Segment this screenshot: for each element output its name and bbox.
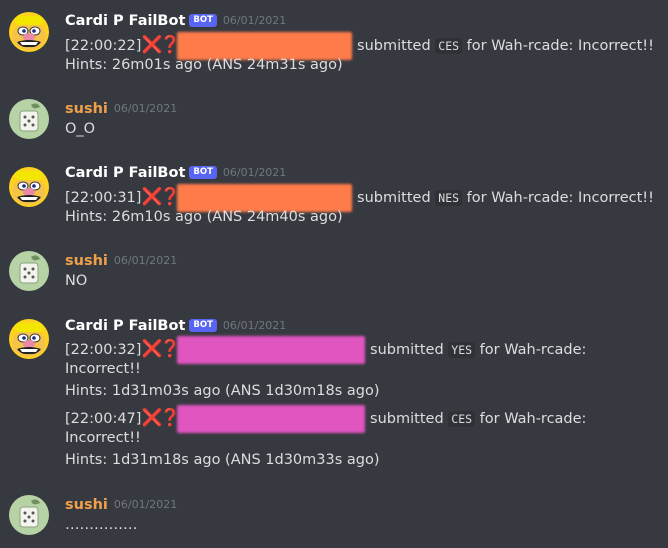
timestamp[interactable]: 06/01/2021 [223,166,286,179]
result-text: for Wah-rcade: Incorrect!! [466,190,654,206]
cross-mark-icon: ❌ [141,408,163,428]
inline-code: CES [448,411,476,427]
submission-line: [22:00:32]❌❓ submitted YES for Wah-rcade… [65,336,587,364]
hints-line: Hints: 1d31m18s ago (ANS 1d30m33s ago) [65,452,380,468]
wario-face-icon [9,12,49,52]
sushi-avatar-icon [9,251,49,291]
wario-face-icon [9,167,49,207]
message-text: …………… [65,517,138,533]
result-wrap-text: Incorrect!! [65,361,141,377]
username[interactable]: sushi [65,101,108,117]
sushi-avatar-icon [9,99,49,139]
hints-line: Hints: 26m01s ago (ANS 24m31s ago) [65,57,343,73]
cross-mark-icon: ❌ [141,35,163,55]
time-stamp: [22:00:47] [65,411,142,427]
timestamp[interactable]: 06/01/2021 [114,498,177,511]
timestamp[interactable]: 06/01/2021 [114,254,177,267]
result-text: for Wah-rcade: [479,342,587,358]
submission-line: [22:00:47]❌❓ submitted CES for Wah-rcade… [65,405,587,433]
time-stamp: [22:00:31] [65,190,142,206]
message-header: sushi 06/01/2021 [65,98,177,118]
message-header: sushi 06/01/2021 [65,494,177,514]
bot-tag: BOT [189,166,217,179]
question-mark-icon: ❓ [159,339,181,359]
username[interactable]: Cardi P FailBot [65,13,185,29]
time-stamp: [22:00:32] [65,342,142,358]
message-header: sushi 06/01/2021 [65,250,177,270]
inline-code: NES [435,190,463,206]
timestamp[interactable]: 06/01/2021 [223,319,286,332]
submission-line: [22:00:31]❌❓ submitted NES for Wah-rcade… [65,184,654,212]
submitted-label: submitted [370,342,444,358]
bot-tag: BOT [189,319,217,332]
submission-line: [22:00:22]❌❓ submitted CES for Wah-rcade… [65,32,654,60]
bot-avatar[interactable] [9,319,49,359]
bot-avatar[interactable] [9,12,49,52]
message-header: Cardi P FailBot BOT 06/01/2021 [65,162,286,182]
timestamp[interactable]: 06/01/2021 [223,14,286,27]
bot-avatar[interactable] [9,167,49,207]
cross-mark-icon: ❌ [141,339,163,359]
question-mark-icon: ❓ [159,35,181,55]
sushi-avatar-icon [9,495,49,535]
sushi-avatar[interactable] [9,99,49,139]
message-group-sushi-2: sushi 06/01/2021 NO [0,244,668,304]
username[interactable]: sushi [65,253,108,269]
sushi-avatar[interactable] [9,495,49,535]
result-wrap-text: Incorrect!! [65,430,141,446]
message-header: Cardi P FailBot BOT 06/01/2021 [65,10,286,30]
redacted-username [177,336,366,364]
inline-code: CES [435,38,463,54]
username[interactable]: Cardi P FailBot [65,165,185,181]
message-group-bot-1: Cardi P FailBot BOT 06/01/2021 [22:00:22]❌… [0,0,668,90]
message-header: Cardi P FailBot BOT 06/01/2021 [65,315,286,335]
submitted-label: submitted [370,411,444,427]
submitted-label: submitted [357,190,431,206]
username[interactable]: Cardi P FailBot [65,318,185,334]
message-group-bot-2: Cardi P FailBot BOT 06/01/2021 [22:00:31]❌… [0,156,668,232]
question-mark-icon: ❓ [159,408,181,428]
result-text: for Wah-rcade: Incorrect!! [466,38,654,54]
message-text: NO [65,273,88,289]
message-text: O_O [65,121,96,137]
hints-line: Hints: 1d31m03s ago (ANS 1d30m18s ago) [65,383,380,399]
message-group-bot-3: Cardi P FailBot BOT 06/01/2021 [22:00:32]❌… [0,308,668,478]
time-stamp: [22:00:22] [65,38,142,54]
message-group-sushi-1: sushi 06/01/2021 O_O [0,92,668,152]
bot-tag: BOT [189,14,217,27]
cross-mark-icon: ❌ [141,187,163,207]
message-group-sushi-3: sushi 06/01/2021 …………… [0,488,668,548]
redacted-username [177,405,366,433]
sushi-avatar[interactable] [9,251,49,291]
timestamp[interactable]: 06/01/2021 [114,102,177,115]
result-text: for Wah-rcade: [479,411,587,427]
inline-code: YES [448,342,476,358]
submitted-label: submitted [357,38,431,54]
wario-face-icon [9,319,49,359]
question-mark-icon: ❓ [159,187,181,207]
hints-line: Hints: 26m10s ago (ANS 24m40s ago) [65,209,343,225]
username[interactable]: sushi [65,497,108,513]
